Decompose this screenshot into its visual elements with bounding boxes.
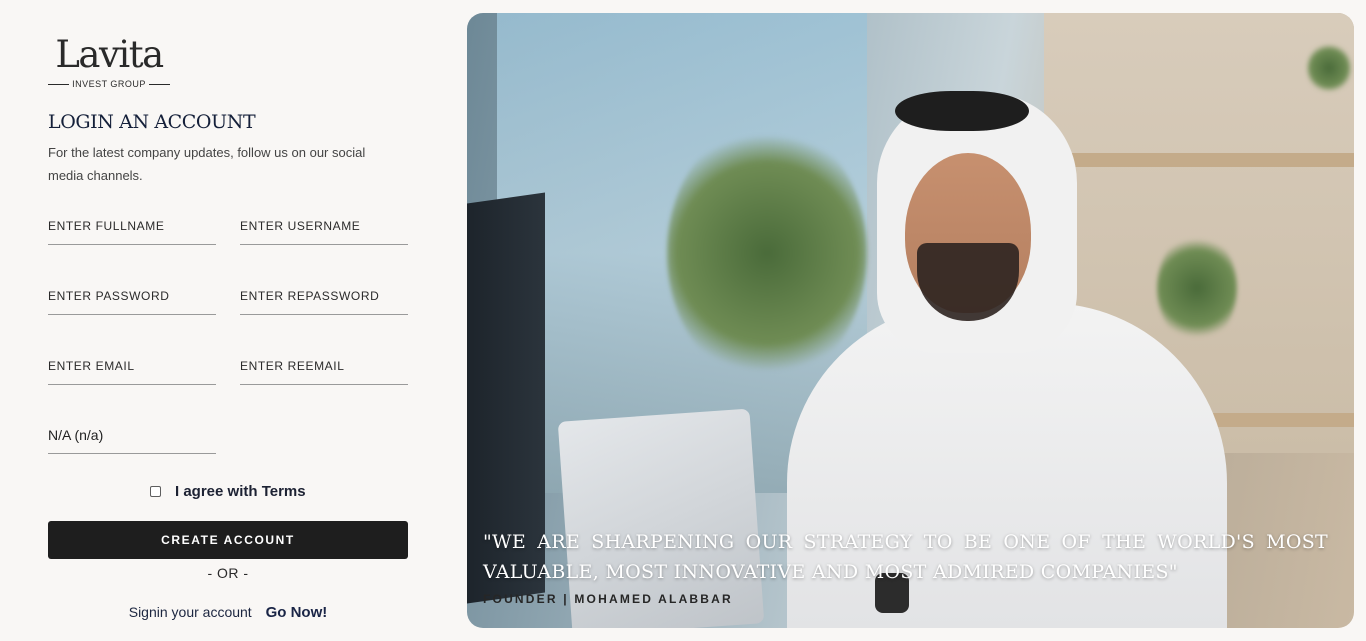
fullname-input[interactable] xyxy=(48,210,216,242)
option-select[interactable]: N/A (n/a) xyxy=(48,419,216,454)
hero-quote: "WE ARE SHARPENING OUR STRATEGY TO BE ON… xyxy=(483,531,1328,583)
signup-page: Lavita INVEST GROUP LOGIN AN ACCOUNT For… xyxy=(0,0,1366,641)
password-field xyxy=(48,280,216,315)
email-input[interactable] xyxy=(48,350,216,382)
person-agal xyxy=(895,91,1029,131)
terms-agreement: I agree with Terms xyxy=(150,481,306,501)
email-field xyxy=(48,350,216,385)
password-input[interactable] xyxy=(48,280,216,312)
terms-label[interactable]: I agree with Terms xyxy=(175,483,306,500)
page-title: LOGIN AN ACCOUNT xyxy=(48,111,256,133)
signup-form-panel: Lavita INVEST GROUP LOGIN AN ACCOUNT For… xyxy=(48,0,408,641)
hero-quote-attribution: FOUNDER | MOHAMED ALABBAR xyxy=(483,592,733,606)
brand-tagline: INVEST GROUP xyxy=(72,79,146,89)
tagline-rule-left xyxy=(48,83,70,85)
terms-checkbox[interactable] xyxy=(150,485,161,497)
signin-row: Signin your account Go Now! xyxy=(48,604,408,621)
reemail-field xyxy=(240,350,408,385)
reemail-input[interactable] xyxy=(240,350,408,382)
hero-plant xyxy=(1307,43,1351,93)
tagline-rule-right xyxy=(148,83,171,85)
option-select-value: N/A (n/a) xyxy=(48,427,104,443)
username-input[interactable] xyxy=(240,210,408,242)
repassword-field xyxy=(240,280,408,315)
fullname-field xyxy=(48,210,216,245)
create-account-button[interactable]: CREATE ACCOUNT xyxy=(48,521,408,559)
signin-text: Signin your account xyxy=(128,604,252,620)
repassword-input[interactable] xyxy=(240,280,408,312)
brand-tagline-row: INVEST GROUP xyxy=(48,78,171,90)
signin-link[interactable]: Go Now! xyxy=(266,604,328,621)
username-field xyxy=(240,210,408,245)
brand-logo[interactable]: Lavita INVEST GROUP xyxy=(48,33,171,90)
or-divider: - OR - xyxy=(207,565,249,581)
brand-name: Lavita xyxy=(55,33,164,76)
hero-image: "WE ARE SHARPENING OUR STRATEGY TO BE ON… xyxy=(467,13,1354,628)
page-subtitle: For the latest company updates, follow u… xyxy=(48,145,366,183)
